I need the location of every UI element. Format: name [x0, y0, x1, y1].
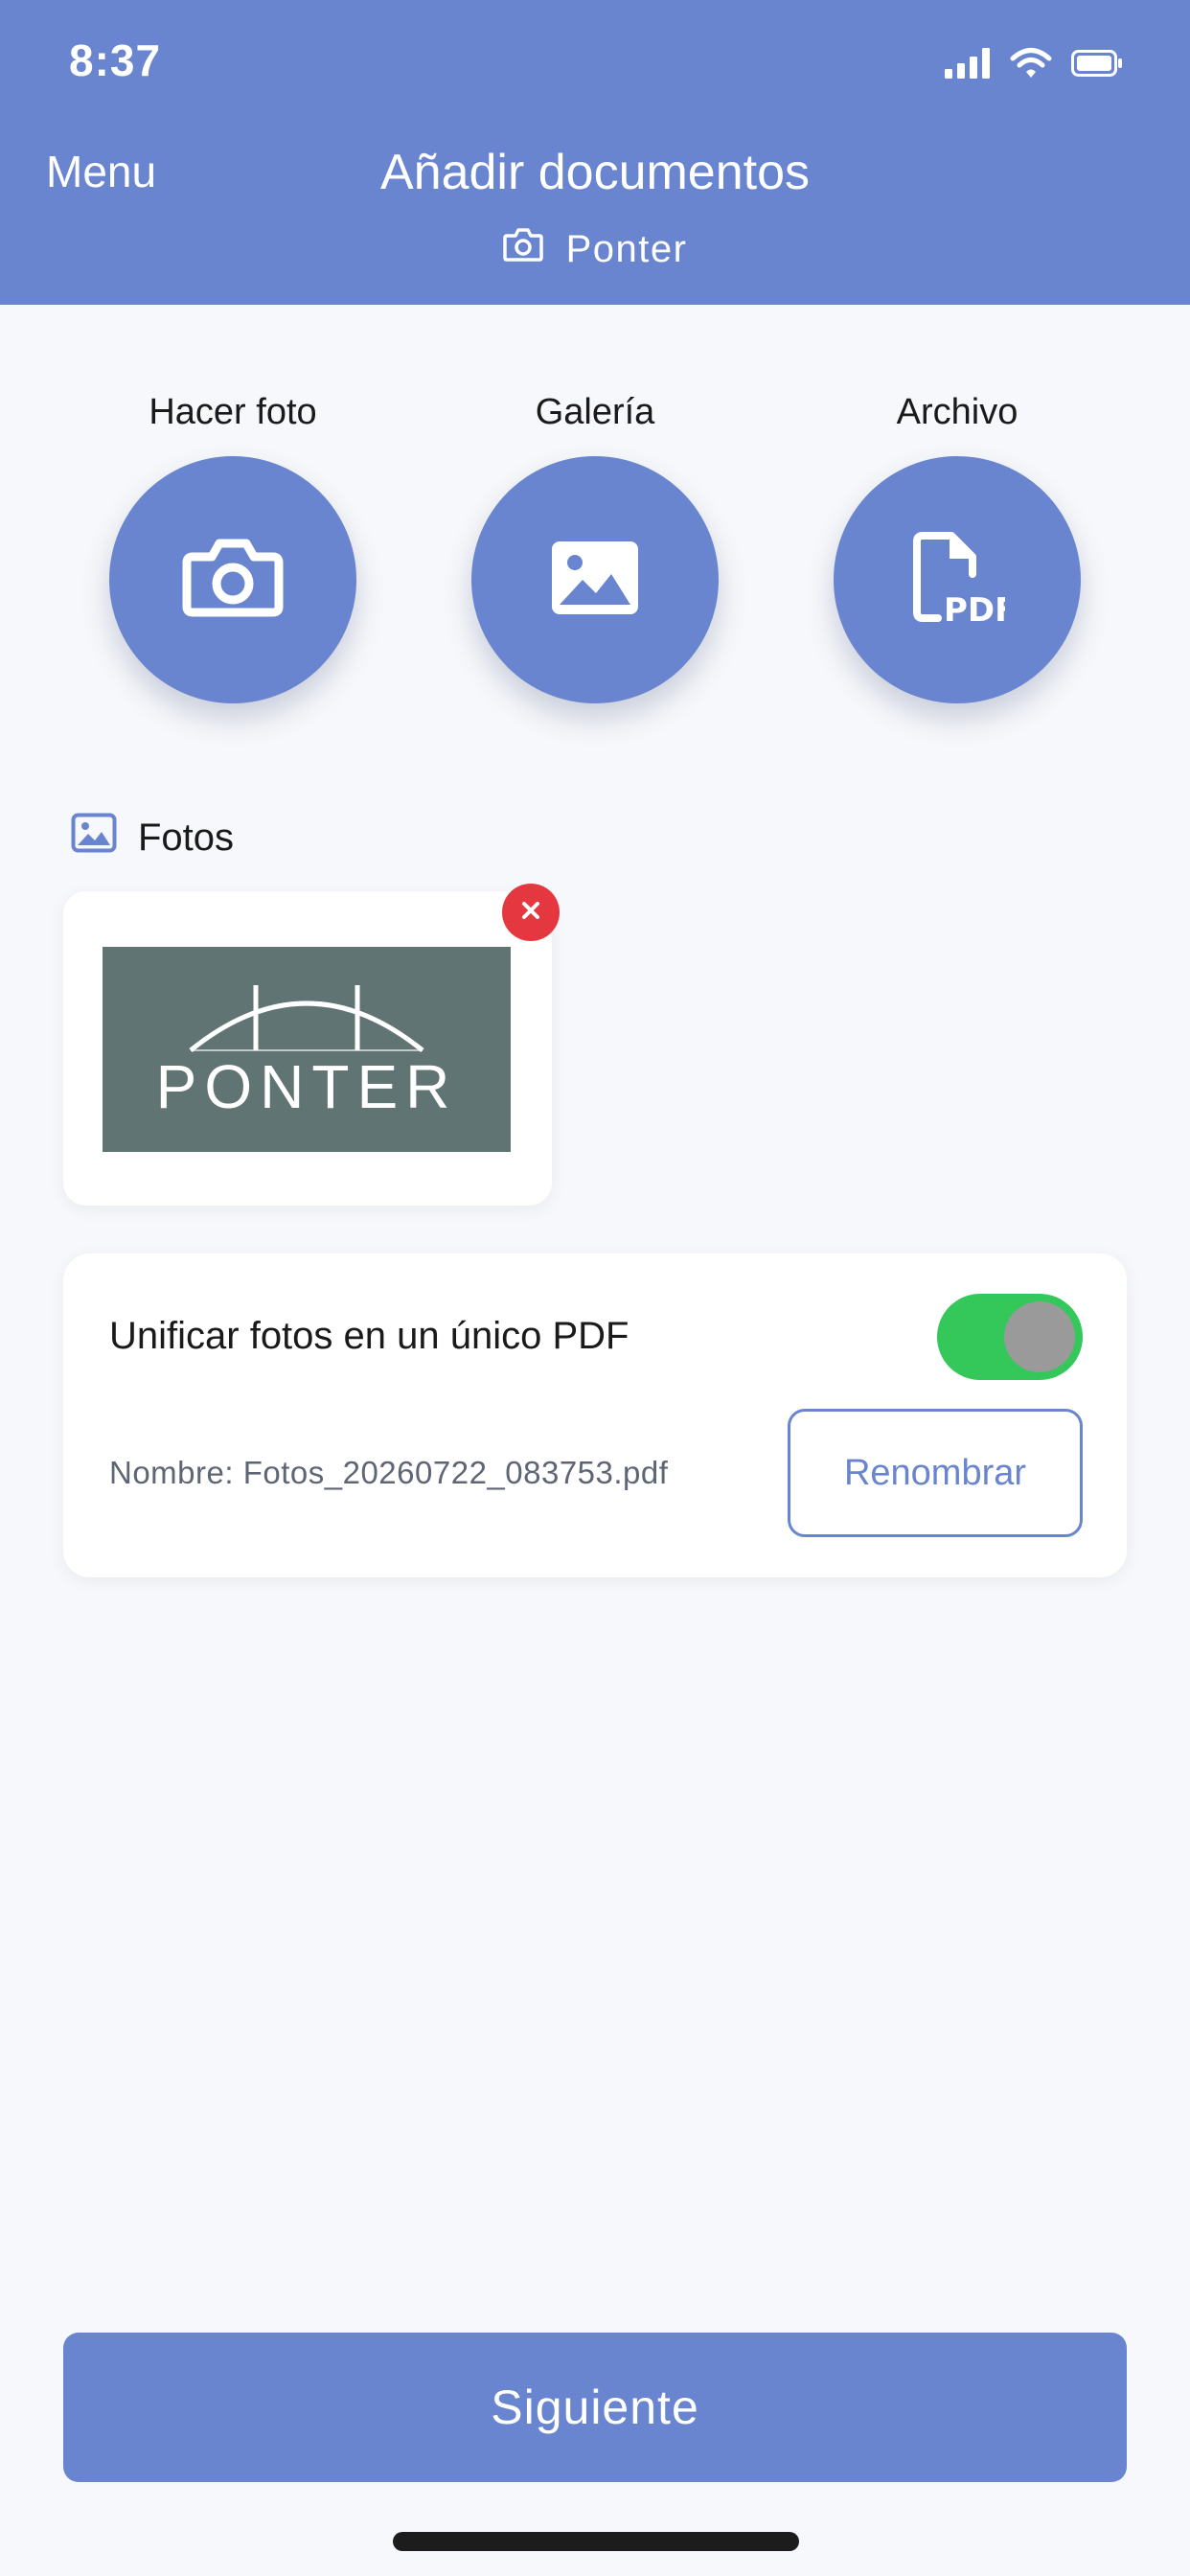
take-photo-label: Hacer foto — [149, 392, 317, 432]
take-photo-action[interactable]: Hacer foto — [89, 383, 377, 703]
page-title: Añadir documentos — [379, 145, 811, 200]
file-label: Archivo — [896, 392, 1018, 432]
file-button[interactable]: PDF — [834, 456, 1081, 703]
pdf-file-icon: PDF — [909, 530, 1017, 631]
gallery-action[interactable]: Galería — [451, 383, 739, 703]
pdf-file-name: Nombre: Fotos_20260722_083753.pdf — [109, 1455, 669, 1490]
signal-icon — [945, 47, 991, 83]
photo-card[interactable]: PONTER — [63, 884, 560, 1206]
battery-icon — [1071, 49, 1123, 81]
unify-pdf-label: Unificar fotos en un único PDF — [109, 1315, 629, 1357]
photos-section-title: Fotos — [138, 816, 235, 859]
camera-icon — [181, 538, 285, 623]
image-icon — [548, 538, 642, 623]
unify-pdf-toggle[interactable] — [937, 1294, 1083, 1380]
file-action[interactable]: Archivo PDF — [813, 383, 1101, 703]
remove-photo-button[interactable] — [502, 884, 560, 941]
subtitle-text: Ponter — [565, 227, 688, 270]
wifi-icon — [1010, 47, 1052, 84]
gallery-button[interactable] — [471, 456, 719, 703]
rename-button[interactable]: Renombrar — [788, 1409, 1083, 1537]
photos-section-header: Fotos — [71, 813, 234, 862]
app-header: 8:37 Menu Añadir documentos Ponter — [0, 0, 1190, 305]
camera-icon — [502, 226, 543, 272]
status-time: 8:37 — [69, 35, 162, 85]
home-indicator — [393, 2532, 799, 2551]
take-photo-button[interactable] — [109, 456, 356, 703]
thumbnail-logo-text: PONTER — [156, 1052, 458, 1121]
unify-pdf-card: Unificar fotos en un único PDF Nombre: F… — [63, 1254, 1127, 1577]
photo-thumbnail[interactable]: PONTER — [103, 947, 511, 1152]
next-button[interactable]: Siguiente — [63, 2333, 1127, 2482]
image-icon — [71, 813, 117, 862]
toggle-knob — [1004, 1301, 1075, 1372]
status-icons — [945, 46, 1123, 84]
close-icon — [520, 900, 541, 926]
page-subtitle: Ponter — [0, 226, 1190, 272]
svg-text:PDF: PDF — [944, 591, 1005, 626]
gallery-label: Galería — [535, 392, 655, 432]
